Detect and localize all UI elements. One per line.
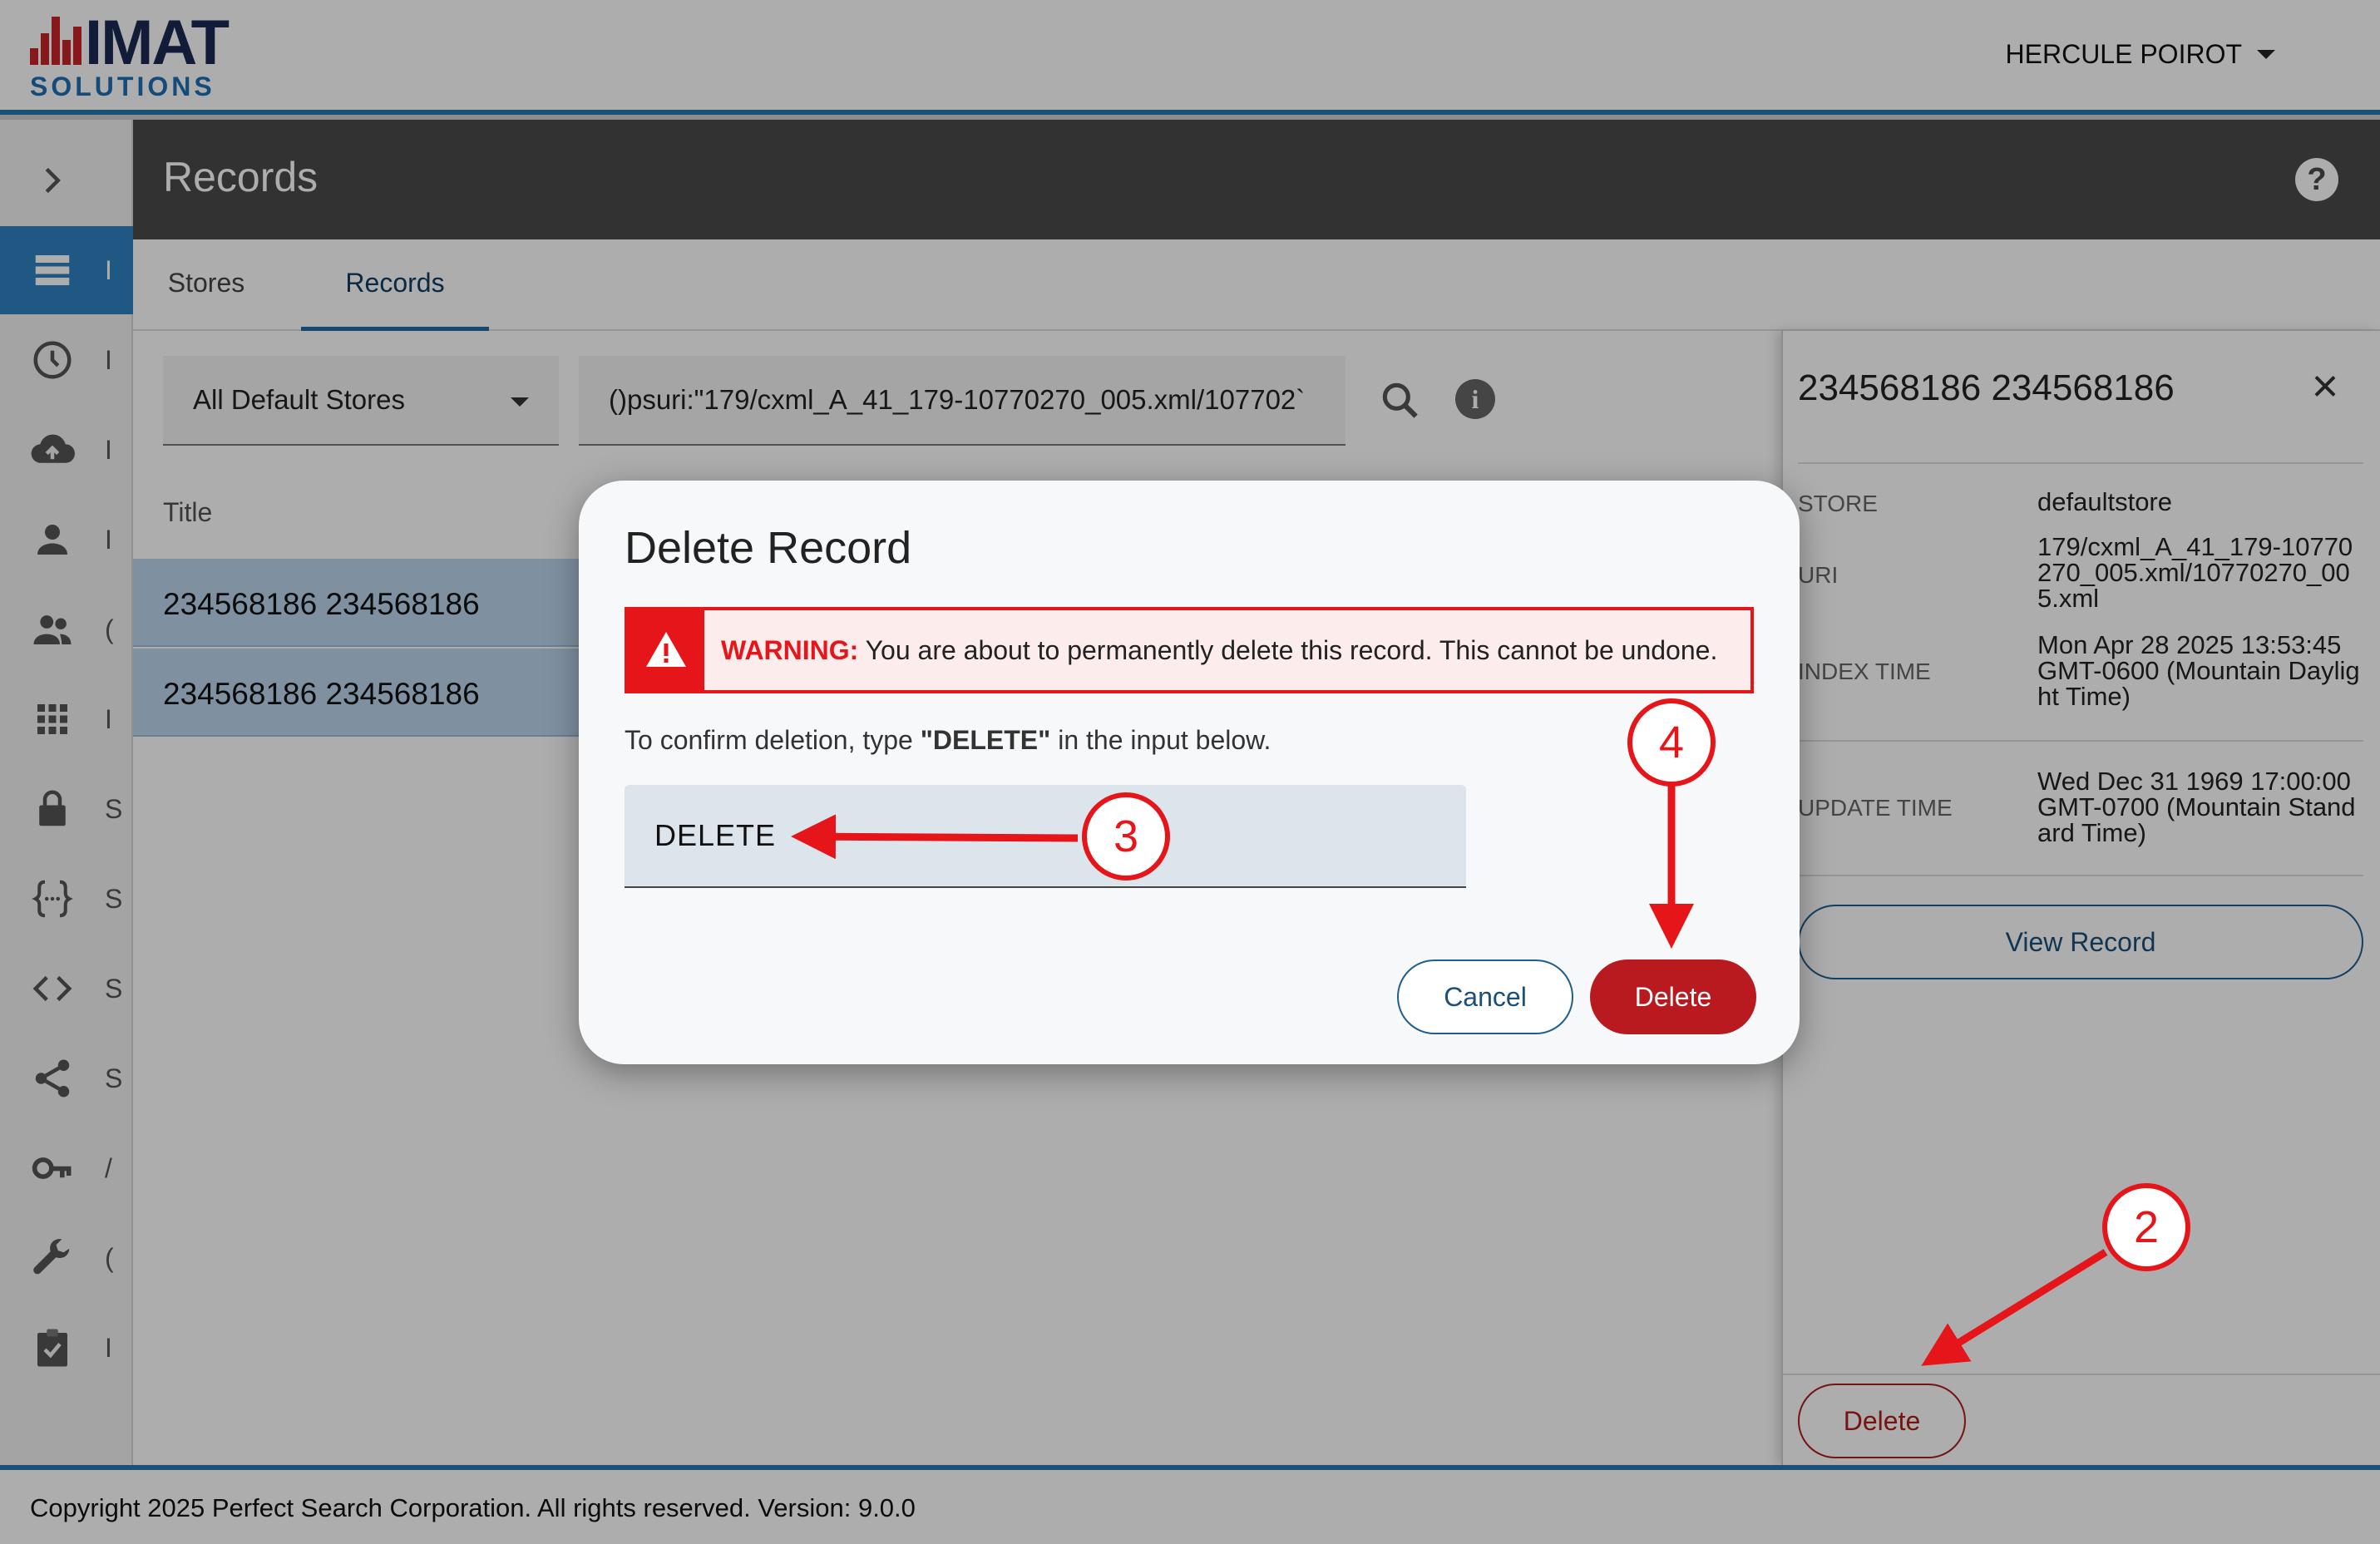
warning-message: You are about to permanently delete this… bbox=[865, 635, 1718, 665]
cancel-button[interactable]: Cancel bbox=[1397, 959, 1573, 1034]
callout-2: 2 bbox=[2102, 1183, 2190, 1271]
warning-banner: WARNING: You are about to permanently de… bbox=[625, 607, 1754, 693]
confirm-keyword: "DELETE" bbox=[920, 725, 1051, 755]
warning-text: WARNING: You are about to permanently de… bbox=[721, 635, 1717, 666]
confirm-prefix: To confirm deletion, type bbox=[625, 725, 921, 755]
dialog-title: Delete Record bbox=[625, 523, 912, 573]
callout-3: 3 bbox=[1082, 792, 1170, 881]
confirm-delete-input[interactable]: DELETE bbox=[625, 785, 1466, 888]
confirm-suffix: in the input below. bbox=[1050, 725, 1271, 755]
confirm-delete-button[interactable]: Delete bbox=[1590, 959, 1756, 1034]
warning-label: WARNING: bbox=[721, 635, 859, 665]
delete-record-dialog: Delete Record WARNING: You are about to … bbox=[579, 481, 1800, 1064]
callout-4: 4 bbox=[1627, 698, 1716, 787]
confirm-instructions: To confirm deletion, type "DELETE" in th… bbox=[625, 725, 1271, 756]
warning-icon bbox=[628, 610, 704, 690]
